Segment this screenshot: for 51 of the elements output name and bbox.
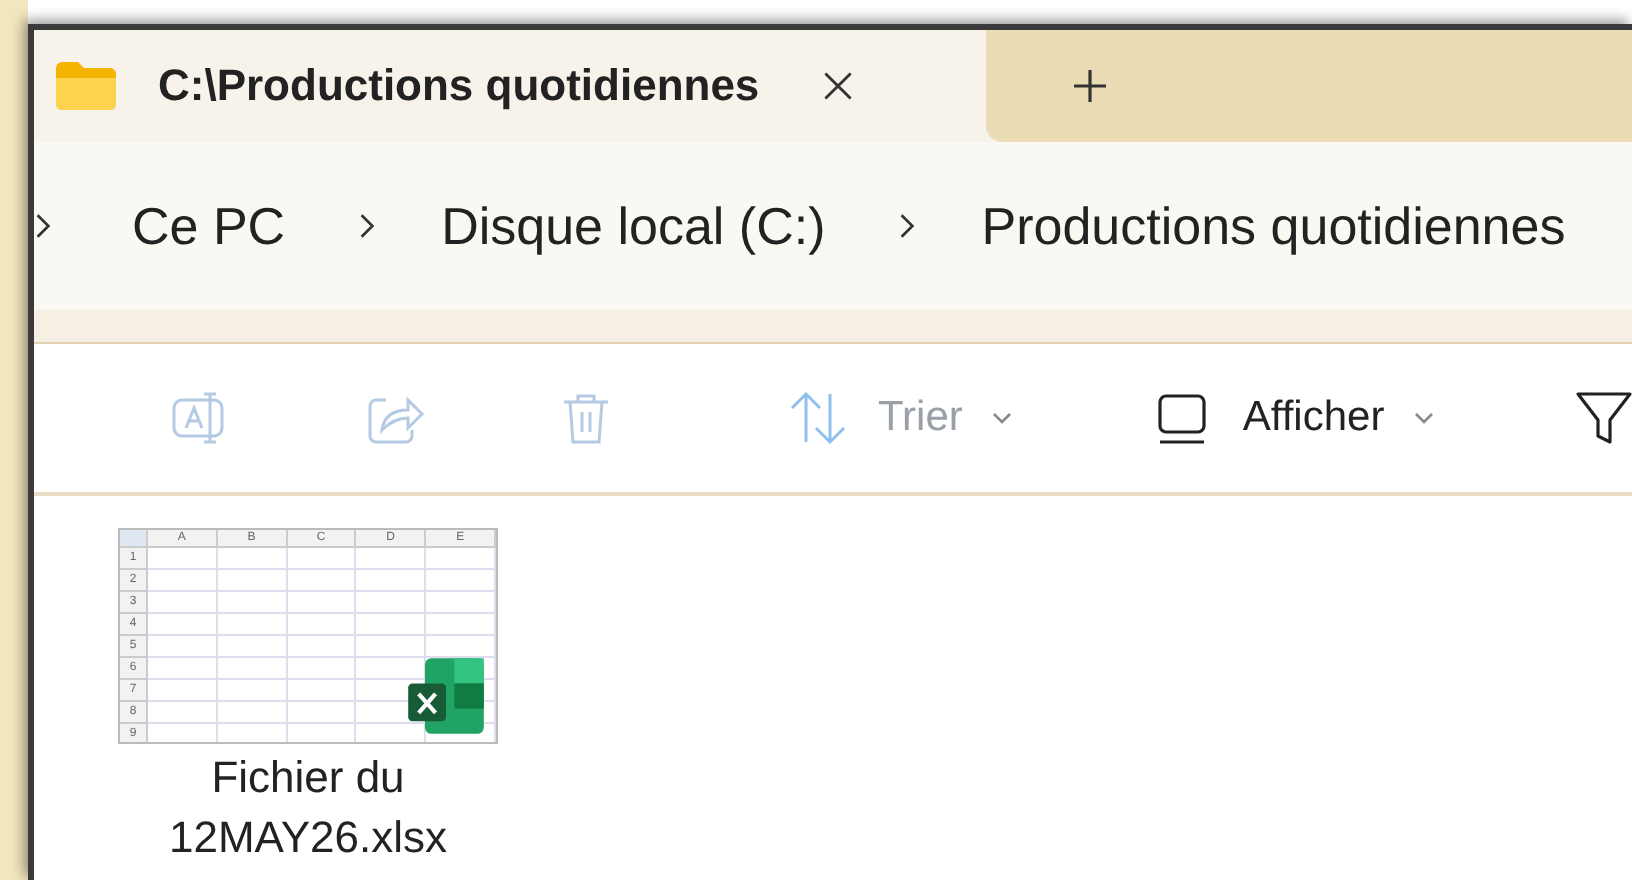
grid-cell — [287, 636, 357, 658]
chevron-down-icon — [990, 410, 1015, 426]
grid-cell — [148, 680, 218, 702]
grid-cell — [356, 570, 427, 592]
chevron-icon — [34, 210, 52, 242]
grid-cell — [217, 614, 288, 636]
filter-icon — [1572, 386, 1632, 450]
grid-cell — [148, 658, 218, 680]
folder-icon — [54, 60, 118, 112]
grid-cell — [287, 702, 357, 724]
grid-cell — [287, 570, 357, 592]
grid-cell — [217, 592, 288, 614]
chevron-icon — [357, 210, 376, 242]
grid-cell — [426, 614, 496, 636]
grid-cell — [148, 548, 218, 570]
grid-cell — [287, 614, 357, 636]
grid-cell — [217, 658, 288, 680]
grid-cell — [356, 592, 427, 614]
grid-cell — [356, 614, 427, 636]
grid-cell — [356, 548, 427, 570]
chevron-icon — [897, 210, 916, 242]
breadcrumb-item[interactable]: Disque local (C:) — [441, 195, 826, 257]
grid-cell — [287, 592, 357, 614]
breadcrumb-item[interactable]: Ce PC — [132, 195, 286, 257]
grid-cell — [148, 614, 218, 636]
grid-cell — [148, 592, 218, 614]
corner-cell — [120, 530, 148, 548]
excel-icon — [404, 654, 488, 738]
new-tab-icon[interactable] — [1070, 66, 1110, 106]
grid-cell — [287, 680, 357, 702]
file-name: Fichier du 12MAY26.xlsx — [167, 750, 449, 866]
chevron-down-icon — [1412, 410, 1437, 426]
grid-cell — [148, 570, 218, 592]
grid-cell — [287, 658, 357, 680]
grid-cell — [217, 636, 288, 658]
grid-cell — [287, 548, 357, 570]
grid-cell — [426, 570, 496, 592]
grid-cell — [217, 702, 288, 724]
close-icon[interactable] — [819, 68, 856, 104]
view-button[interactable]: Afficher — [1142, 378, 1445, 458]
breadcrumb-item[interactable]: Productions quotidiennes — [981, 195, 1566, 257]
grid-cell — [426, 592, 496, 614]
tab-title: C:\Productions quotidiennes — [158, 60, 760, 112]
grid-cell — [356, 636, 427, 658]
sort-icon — [786, 386, 850, 450]
grid-cell — [217, 548, 288, 570]
grid-cell — [148, 636, 218, 658]
grid-cell — [426, 548, 496, 570]
grid-cell — [217, 570, 288, 592]
grid-cell — [148, 702, 218, 724]
grid-cell — [217, 680, 288, 702]
